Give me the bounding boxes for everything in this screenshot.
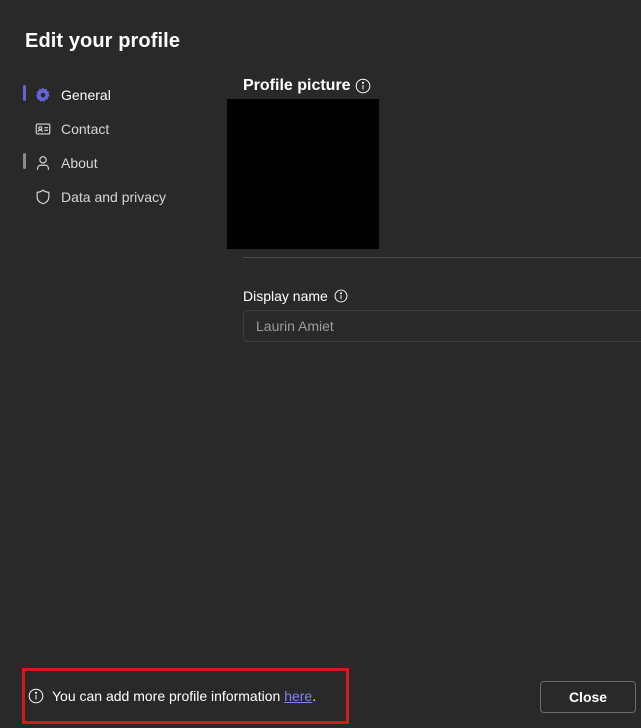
sidebar-item-label: Contact — [61, 121, 110, 137]
dialog-title: Edit your profile — [25, 30, 181, 52]
display-name-input[interactable] — [243, 310, 641, 342]
info-icon — [28, 688, 44, 704]
note-text: You can add more profile information her… — [52, 688, 316, 704]
profile-picture[interactable] — [227, 99, 379, 249]
profile-info-note: You can add more profile information her… — [22, 668, 349, 724]
divider — [243, 257, 641, 258]
sidebar-item-data-privacy[interactable]: Data and privacy — [0, 180, 220, 214]
display-name-heading: Display name — [243, 288, 348, 304]
sidebar-item-label: General — [61, 87, 111, 103]
hover-indicator — [23, 153, 26, 169]
note-suffix: . — [312, 688, 317, 704]
contact-card-icon — [34, 120, 52, 138]
close-button[interactable]: Close — [540, 681, 636, 713]
gear-icon — [34, 86, 52, 104]
sidebar-item-general[interactable]: General — [0, 78, 220, 112]
profile-picture-label: Profile picture — [243, 77, 351, 94]
profile-info-link[interactable]: here — [284, 688, 312, 704]
edit-profile-dialog: Edit your profile General Contact About … — [0, 0, 641, 728]
sidebar-item-about[interactable]: About — [0, 146, 220, 180]
sidebar-item-label: About — [61, 155, 98, 171]
sidebar-nav: General Contact About Data and privacy — [0, 78, 220, 214]
sidebar-item-contact[interactable]: Contact — [0, 112, 220, 146]
note-prefix: You can add more profile information — [52, 688, 285, 704]
sidebar-item-label: Data and privacy — [61, 189, 167, 205]
profile-picture-heading: Profile picture — [243, 77, 371, 95]
info-icon[interactable] — [355, 78, 371, 94]
info-icon[interactable] — [334, 289, 348, 303]
person-icon — [34, 154, 52, 172]
display-name-label: Display name — [243, 288, 328, 304]
active-indicator — [23, 85, 26, 101]
shield-icon — [34, 188, 52, 206]
